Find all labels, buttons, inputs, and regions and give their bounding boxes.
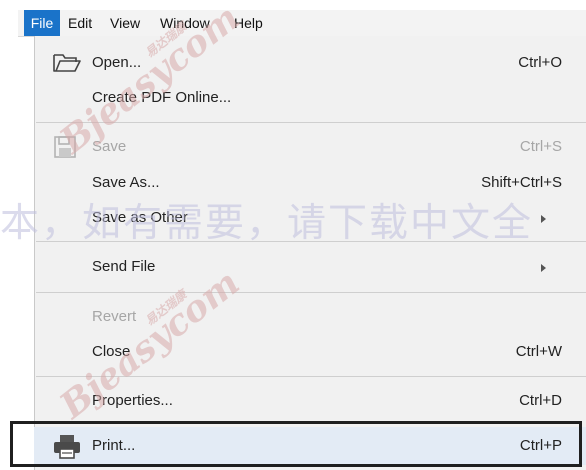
submenu-arrow-icon xyxy=(541,264,546,272)
menu-item-send-file[interactable]: Send File xyxy=(34,250,586,284)
menu-item-label: Print... xyxy=(92,437,136,454)
menu-item-shortcut: Ctrl+S xyxy=(519,138,562,155)
submenu-arrow-icon xyxy=(541,215,546,223)
menu-item-shortcut: Ctrl+W xyxy=(515,343,562,360)
document-background xyxy=(0,0,18,470)
menu-window[interactable]: Window xyxy=(160,10,210,36)
menu-item-open[interactable]: Open... Ctrl+O xyxy=(34,46,586,80)
menu-item-print[interactable]: Print... Ctrl+P xyxy=(34,427,586,465)
menu-item-save[interactable]: Save Ctrl+S xyxy=(34,130,586,164)
menu-item-label: Open... xyxy=(92,54,142,71)
menu-item-label: Save as Other xyxy=(92,209,188,226)
menu-separator xyxy=(36,376,586,377)
menu-item-revert[interactable]: Revert xyxy=(34,300,586,334)
menu-item-shortcut: Ctrl+O xyxy=(518,54,562,71)
menu-item-label: Close xyxy=(92,343,131,360)
menu-item-save-as[interactable]: Save As... Shift+Ctrl+S xyxy=(34,166,586,200)
menu-view[interactable]: View xyxy=(110,10,140,36)
menu-item-label: Save As... xyxy=(92,174,160,191)
printer-icon xyxy=(52,434,80,459)
menu-item-label: Send File xyxy=(92,258,156,275)
menu-separator xyxy=(36,292,586,293)
folder-open-icon xyxy=(52,51,81,75)
save-icon xyxy=(52,135,80,159)
menu-help[interactable]: Help xyxy=(234,10,263,36)
menu-item-properties[interactable]: Properties... Ctrl+D xyxy=(34,384,586,418)
menu-item-close[interactable]: Close Ctrl+W xyxy=(34,335,586,369)
menu-bar: File Edit View Window Help xyxy=(18,10,586,37)
menu-item-save-as-other[interactable]: Save as Other xyxy=(34,201,586,235)
menu-item-label: Properties... xyxy=(92,392,173,409)
menu-item-create-pdf-online[interactable]: Create PDF Online... xyxy=(34,81,586,115)
menu-item-label: Save xyxy=(92,138,127,155)
menu-separator xyxy=(36,122,586,123)
menu-edit[interactable]: Edit xyxy=(68,10,92,36)
menu-item-shortcut: Shift+Ctrl+S xyxy=(481,174,562,191)
menu-item-shortcut: Ctrl+D xyxy=(519,392,562,409)
menu-item-label: Create PDF Online... xyxy=(92,89,232,106)
menu-item-shortcut: Ctrl+P xyxy=(519,437,562,454)
menu-item-label: Revert xyxy=(92,308,137,325)
menu-file[interactable]: File xyxy=(24,10,60,36)
menu-separator xyxy=(36,241,586,242)
